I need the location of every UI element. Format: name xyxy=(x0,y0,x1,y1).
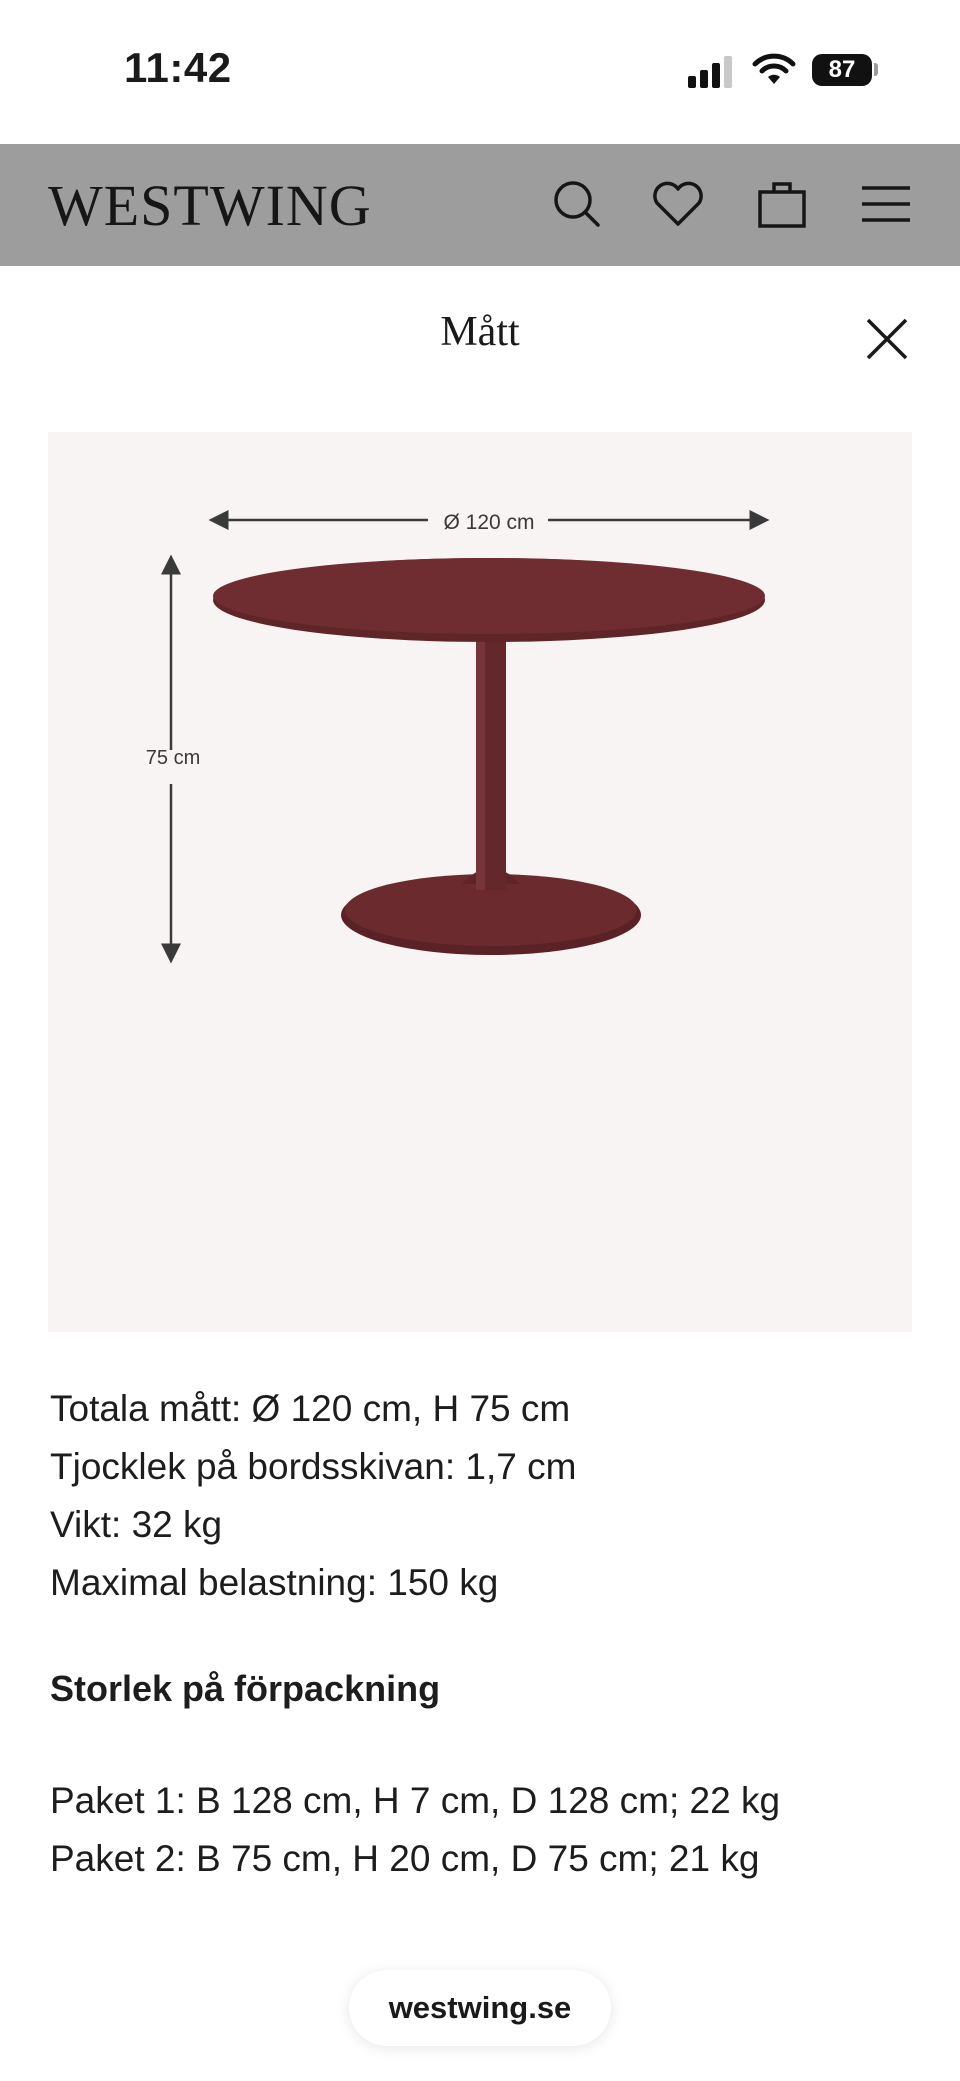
packaging-list: Paket 1: B 128 cm, H 7 cm, D 128 cm; 22 … xyxy=(50,1772,910,1888)
battery-tip xyxy=(874,63,878,76)
site-header: WESTWING xyxy=(0,144,960,266)
heart-icon[interactable] xyxy=(648,174,708,234)
spec-total-dimensions: Totala mått: Ø 120 cm, H 75 cm xyxy=(50,1388,571,1429)
package-1: Paket 1: B 128 cm, H 7 cm, D 128 cm; 22 … xyxy=(50,1780,781,1821)
battery-icon: 87 xyxy=(812,54,872,86)
spec-max-load: Maximal belastning: 150 kg xyxy=(50,1562,499,1603)
signal-icon xyxy=(688,56,734,88)
westwing-logo[interactable]: WESTWING xyxy=(48,174,372,238)
package-2: Paket 2: B 75 cm, H 20 cm, D 75 cm; 21 k… xyxy=(50,1838,760,1879)
close-icon[interactable] xyxy=(862,314,912,364)
url-pill[interactable]: westwing.se xyxy=(349,1970,611,2046)
spec-tabletop-thickness: Tjocklek på bordsskivan: 1,7 cm xyxy=(50,1446,577,1487)
status-time: 11:42 xyxy=(124,44,232,91)
packaging-heading: Storlek på förpackning xyxy=(50,1668,441,1709)
table-top xyxy=(213,558,765,634)
status-bar: 11:42 87 xyxy=(0,0,960,144)
product-dimension-image: Ø 120 cm 75 cm xyxy=(48,432,912,1332)
menu-icon[interactable] xyxy=(856,174,916,234)
diameter-label: Ø 120 cm xyxy=(443,511,534,534)
search-icon[interactable] xyxy=(546,174,606,234)
modal-title: Mått xyxy=(440,309,520,355)
dimension-specs: Totala mått: Ø 120 cm, H 75 cm Tjocklek … xyxy=(50,1380,910,1612)
height-label: 75 cm xyxy=(146,747,200,769)
spec-weight: Vikt: 32 kg xyxy=(50,1504,223,1545)
bag-icon[interactable] xyxy=(752,174,812,234)
table-diagram: Ø 120 cm 75 cm xyxy=(146,510,770,964)
wifi-icon xyxy=(752,52,796,86)
